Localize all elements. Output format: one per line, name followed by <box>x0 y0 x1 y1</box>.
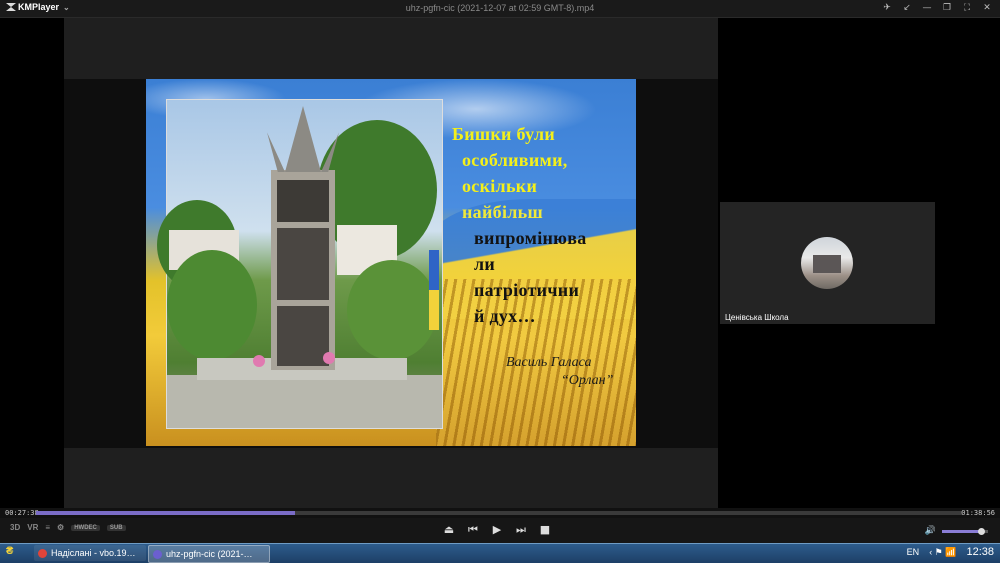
seek-row: 00:27:38 01:38:56 <box>0 508 1000 518</box>
playlist-icon[interactable]: ≡ <box>45 523 50 532</box>
avatar <box>801 237 853 289</box>
3d-toggle[interactable]: 3D <box>10 523 20 532</box>
ukraine-flag <box>429 250 439 330</box>
volume-level <box>942 529 982 533</box>
volume-knob[interactable] <box>978 527 986 535</box>
chrome-icon <box>38 548 47 558</box>
poem-line: ли <box>474 254 496 274</box>
transport-controls: ⏏ ⏮ ▶ ⏭ ■ <box>443 523 551 537</box>
system-tray: EN ‹ ⚑ 📶 12:38 <box>907 546 994 558</box>
taskbar-item-label: Надіслані - vbo.19… <box>51 548 136 558</box>
start-button[interactable]: ₴ <box>6 545 13 557</box>
restore-icon[interactable]: ❐ <box>940 1 954 15</box>
kmplayer-icon <box>153 549 162 559</box>
quote-work-title: “Орлан” <box>561 373 614 388</box>
current-time: 00:27:38 <box>5 509 39 517</box>
poem-line: найбільш <box>462 202 543 222</box>
memorial-plate <box>277 306 329 366</box>
memorial-plate <box>277 228 329 300</box>
minimize-icon[interactable]: — <box>920 1 934 15</box>
language-indicator[interactable]: EN <box>907 547 920 557</box>
poem-line: оскільки <box>462 176 538 196</box>
poem-line: особливими, <box>462 150 568 170</box>
trident-spire <box>267 106 339 172</box>
presentation-slide: Бишки були особливими, оскільки найбільш… <box>146 79 636 446</box>
window-title: uhz-pgfn-cic (2021-12-07 at 02:59 GMT-8)… <box>405 3 595 13</box>
poem-line: й дух… <box>474 306 536 326</box>
control-bar: 3D VR ≡ ⚙ HWDEC SUB ⏏ ⏮ ▶ ⏭ ■ 🔊 <box>0 518 1000 543</box>
monument-base <box>167 375 442 428</box>
quote-author: Василь Галаса <box>506 355 592 370</box>
play-icon[interactable]: ▶ <box>491 523 503 537</box>
monument-photo <box>157 99 443 429</box>
window-controls: ✈ ↙ — ❐ ⛶ ✕ <box>880 1 994 15</box>
building-icon <box>813 255 841 273</box>
volume-slider[interactable] <box>942 527 988 535</box>
volume-control: 🔊 <box>925 526 988 536</box>
compact-icon[interactable]: ↙ <box>900 1 914 15</box>
participant-tile[interactable]: Ценівська Школа <box>720 202 935 324</box>
prev-icon[interactable]: ⏮ <box>467 523 479 537</box>
eject-icon[interactable]: ⏏ <box>443 523 455 537</box>
poem-quote: Бишки були особливими, оскільки найбільш… <box>446 121 631 329</box>
flower <box>323 352 335 364</box>
taskbar-item-label: uhz-pgfn-cic (2021-… <box>166 549 253 559</box>
bush <box>347 260 437 360</box>
volume-icon[interactable]: 🔊 <box>925 526 936 536</box>
fullscreen-icon[interactable]: ⛶ <box>960 1 974 15</box>
left-controls: 3D VR ≡ ⚙ HWDEC SUB <box>10 523 126 532</box>
hwdec-badge[interactable]: HWDEC <box>71 524 100 531</box>
shared-screen-bottom <box>64 448 718 508</box>
total-time: 01:38:56 <box>961 509 995 517</box>
memorial-plate <box>277 180 329 222</box>
shared-screen-top <box>64 18 718 79</box>
pin-icon[interactable]: ✈ <box>880 1 894 15</box>
flower <box>253 355 265 367</box>
seek-bar[interactable] <box>36 511 962 515</box>
taskbar-item-browser[interactable]: Надіслані - vbo.19… <box>34 545 146 561</box>
vr-toggle[interactable]: VR <box>27 523 38 532</box>
seek-progress <box>36 511 296 515</box>
title-bar[interactable]: KMPlayer ⌄ uhz-pgfn-cic (2021-12-07 at 02… <box>0 0 1000 18</box>
clock[interactable]: 12:38 <box>966 546 994 558</box>
bush <box>167 250 257 360</box>
taskbar: ₴ Надіслані - vbo.19… uhz-pgfn-cic (2021… <box>0 543 1000 563</box>
tray-icons[interactable]: ‹ ⚑ 📶 <box>929 547 956 558</box>
poem-line: випромінюва <box>474 228 587 248</box>
settings-icon[interactable]: ⚙ <box>57 523 64 532</box>
taskbar-item-player[interactable]: uhz-pgfn-cic (2021-… <box>148 545 270 563</box>
poem-line: Бишки були <box>452 124 556 144</box>
video-area[interactable]: Бишки були особливими, оскільки найбільш… <box>0 18 1000 508</box>
close-icon[interactable]: ✕ <box>980 1 994 15</box>
poem-line: патріотични <box>474 280 580 300</box>
stop-icon[interactable]: ■ <box>539 523 551 537</box>
subtitle-badge[interactable]: SUB <box>106 524 126 531</box>
participant-name: Ценівська Школа <box>725 313 789 322</box>
next-icon[interactable]: ⏭ <box>515 523 527 537</box>
